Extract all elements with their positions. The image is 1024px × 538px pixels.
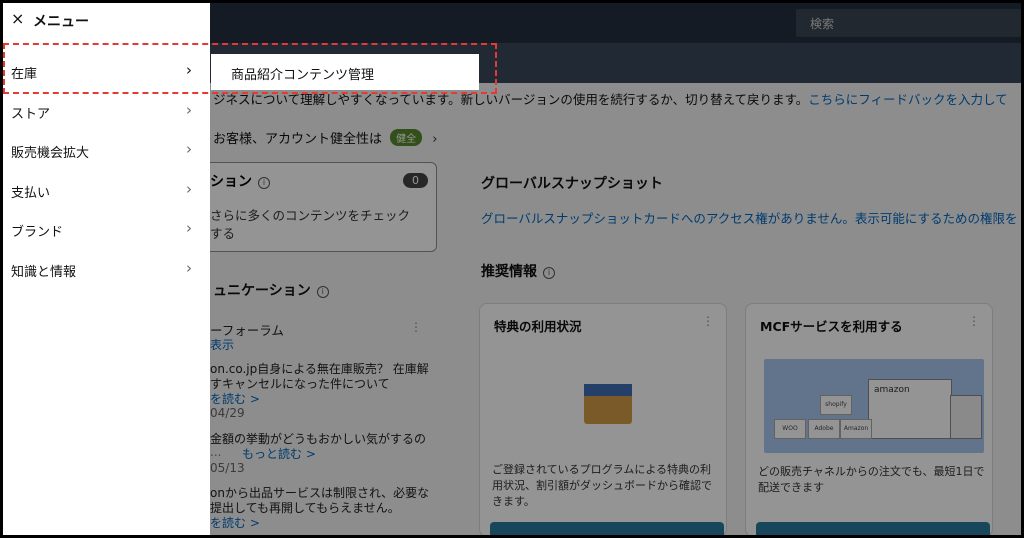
highlight-annotation <box>3 43 497 94</box>
screenshot-frame: 検索 ジネスについて理解しやすくなっています。新しいバージョンの使用を続行するか… <box>3 3 1021 535</box>
menu-item-payments[interactable]: 支払い › <box>3 173 210 209</box>
menu-item-learn[interactable]: 知識と情報 › <box>3 252 210 288</box>
chevron-right-icon: › <box>186 259 192 277</box>
chevron-right-icon: › <box>186 140 192 158</box>
menu-item-growth[interactable]: 販売機会拡大 › <box>3 133 210 169</box>
menu-item-label: ストア <box>11 107 51 122</box>
menu-title: メニュー <box>33 14 89 30</box>
menu-item-label: 知識と情報 <box>11 265 77 280</box>
menu-item-store[interactable]: ストア › <box>3 94 210 130</box>
chevron-right-icon: › <box>186 180 192 198</box>
close-icon[interactable]: × <box>11 9 24 28</box>
menu-item-brand[interactable]: ブランド › <box>3 212 210 248</box>
menu-item-label: ブランド <box>11 225 64 240</box>
chevron-right-icon: › <box>186 101 192 119</box>
menu-item-label: 販売機会拡大 <box>11 146 90 161</box>
chevron-right-icon: › <box>186 219 192 237</box>
menu-header: × メニュー <box>3 3 210 35</box>
menu-item-label: 支払い <box>11 186 51 201</box>
